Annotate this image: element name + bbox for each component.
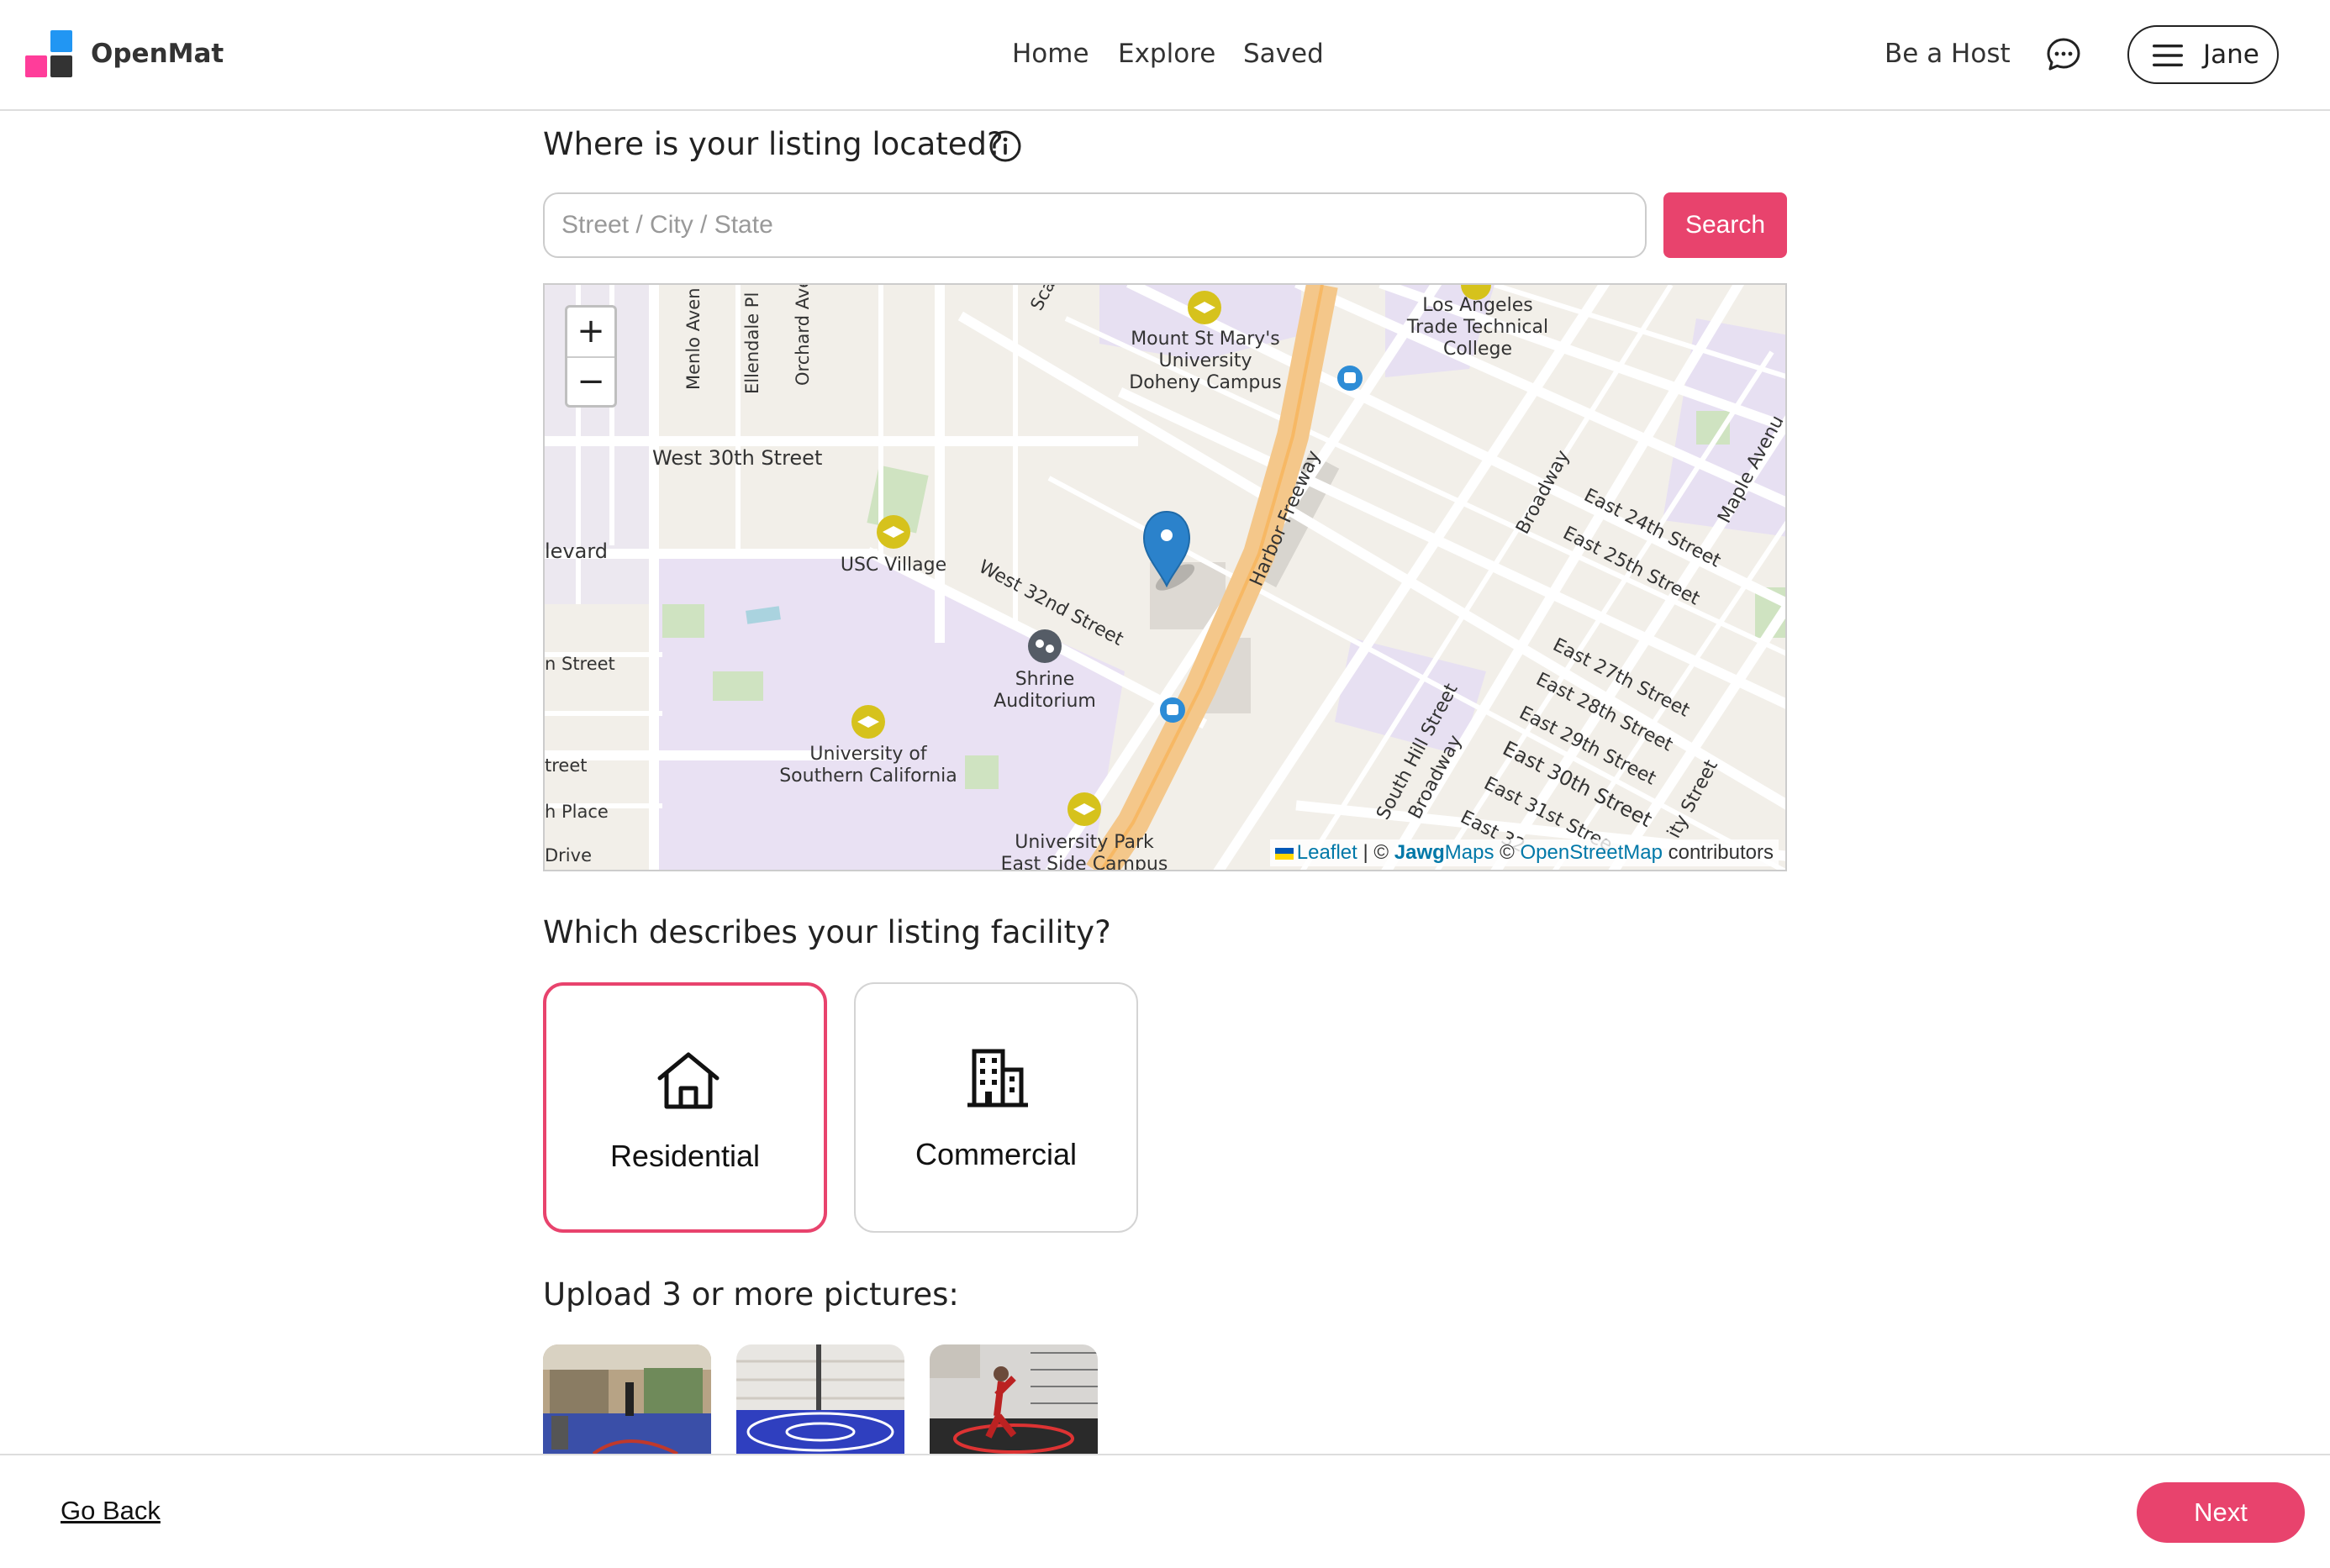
zoom-out-button[interactable]: −: [567, 358, 614, 407]
map-label-usc-1: University of: [809, 744, 927, 765]
map-tiles[interactable]: Mount St Mary's University Doheny Campus…: [545, 285, 1787, 871]
map-label-west-30th: West 30th Street: [652, 446, 822, 470]
map-label-n-street: n Street: [545, 654, 615, 674]
map-label-mount-st-marys-3: Doheny Campus: [1129, 372, 1281, 393]
hamburger-menu-icon: [2153, 45, 2183, 66]
user-name: Jane: [2203, 39, 2259, 70]
nav-home[interactable]: Home: [1012, 39, 1089, 69]
map-label-ellendale: Ellendale Pl: [742, 292, 762, 394]
user-menu-button[interactable]: Jane: [2127, 25, 2279, 84]
house-icon: [657, 1052, 720, 1109]
footer-bar: Go Back Next: [0, 1454, 2330, 1568]
ukraine-flag-icon: [1274, 847, 1294, 860]
bus-stop-icon[interactable]: [1160, 697, 1185, 723]
zoom-in-button[interactable]: +: [567, 308, 614, 358]
map-label-drive: Drive: [545, 845, 592, 866]
location-search-input[interactable]: [543, 192, 1647, 258]
brand-name[interactable]: OpenMat: [91, 39, 224, 69]
go-back-link[interactable]: Go Back: [61, 1496, 161, 1526]
map-label-la-trade-tech-3: College: [1443, 339, 1512, 360]
map-label-university-park-2: East Side Campus: [1001, 854, 1168, 871]
graduation-cap-icon[interactable]: [1188, 291, 1221, 324]
graduation-cap-icon[interactable]: [851, 705, 885, 739]
top-nav-bar: OpenMat Home Explore Saved Be a Host Jan…: [0, 0, 2330, 111]
jawgmaps-link[interactable]: JawgMaps: [1394, 841, 1494, 864]
map-label-menlo: Menlo Aven: [683, 288, 704, 391]
search-button[interactable]: Search: [1663, 192, 1787, 258]
graduation-cap-icon[interactable]: [1067, 792, 1101, 826]
theater-icon[interactable]: [1028, 629, 1062, 663]
map-zoom-control: + −: [565, 305, 617, 408]
photos-heading: Upload 3 or more pictures:: [543, 1276, 959, 1313]
map-label-mount-st-marys-1: Mount St Mary's: [1131, 329, 1280, 350]
facility-option-residential[interactable]: Residential: [543, 982, 827, 1233]
nav-saved[interactable]: Saved: [1243, 39, 1324, 69]
map-label-usc-village: USC Village: [841, 555, 946, 576]
uploaded-photo-3[interactable]: [930, 1344, 1098, 1454]
next-button[interactable]: Next: [2137, 1482, 2305, 1543]
map-label-mount-st-marys-2: University: [1159, 350, 1252, 371]
map-label-shrine-1: Shrine: [1015, 669, 1075, 690]
nav-explore[interactable]: Explore: [1118, 39, 1215, 69]
graduation-cap-icon[interactable]: [877, 515, 910, 549]
info-icon[interactable]: [988, 129, 1022, 163]
be-a-host-link[interactable]: Be a Host: [1885, 39, 2011, 69]
building-icon: [967, 1049, 1028, 1108]
facility-heading: Which describes your listing facility?: [543, 914, 1111, 950]
facility-label-commercial: Commercial: [915, 1137, 1078, 1171]
map-label-shrine-2: Auditorium: [994, 691, 1096, 712]
openstreetmap-link[interactable]: OpenStreetMap: [1521, 841, 1663, 864]
uploaded-photo-1[interactable]: [543, 1344, 711, 1454]
chat-icon[interactable]: [2046, 37, 2081, 72]
map-label-h-place: h Place: [545, 802, 609, 822]
map-label-treet: treet: [545, 755, 587, 776]
map-label-usc-2: Southern California: [779, 766, 957, 787]
location-map[interactable]: Mount St Mary's University Doheny Campus…: [543, 283, 1787, 871]
facility-option-commercial[interactable]: Commercial: [854, 982, 1138, 1233]
facility-label-residential: Residential: [609, 1139, 761, 1173]
map-label-orchard: Orchard Ave: [793, 285, 813, 386]
map-label-levard: levard: [545, 539, 608, 563]
bus-stop-icon[interactable]: [1337, 366, 1363, 391]
map-label-university-park-1: University Park: [1015, 832, 1154, 853]
location-heading: Where is your listing located?: [543, 126, 1004, 162]
openmat-logo[interactable]: [25, 30, 74, 79]
uploaded-photo-2[interactable]: [736, 1344, 904, 1454]
leaflet-link[interactable]: Leaflet: [1297, 841, 1357, 864]
map-attribution: Leaflet | © JawgMaps © OpenStreetMap con…: [1269, 839, 1779, 866]
map-label-la-trade-tech-2: Trade Technical: [1406, 317, 1548, 338]
